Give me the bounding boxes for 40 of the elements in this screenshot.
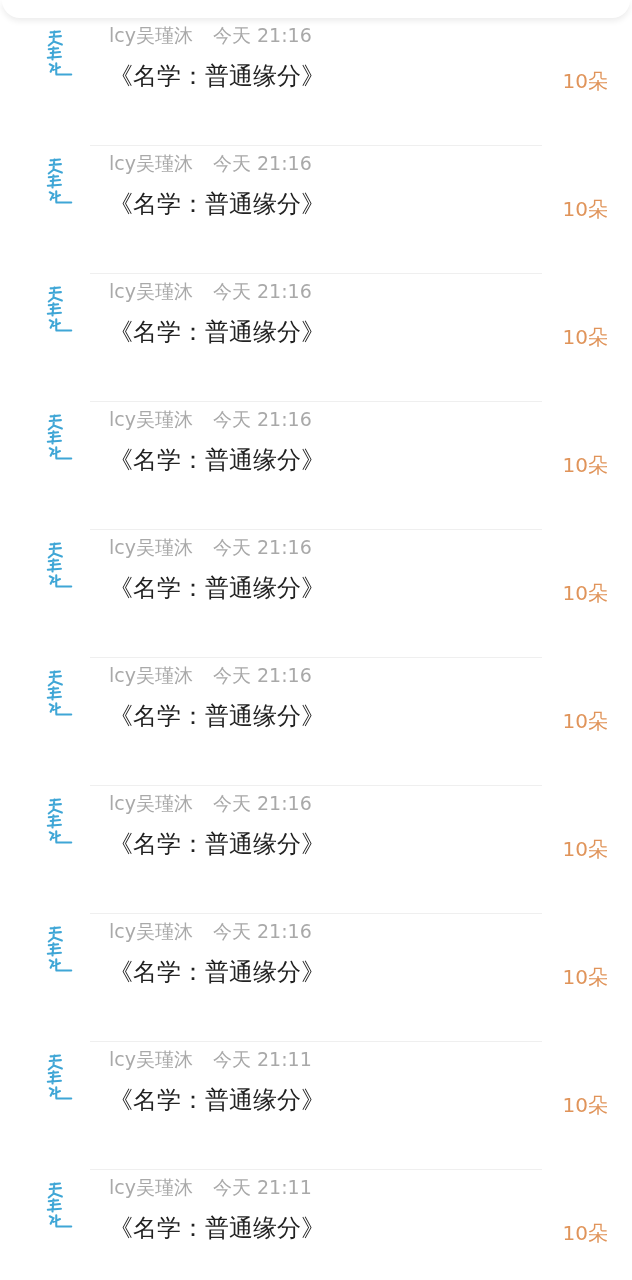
user-name: lcy吴瑾沐 xyxy=(109,919,193,944)
gift-count: 10朵 xyxy=(562,1220,608,1247)
gift-title: 《名学：普通缘分》 xyxy=(109,317,326,348)
gift-count: 10朵 xyxy=(562,708,608,735)
timestamp: 今天 21:16 xyxy=(213,919,312,944)
user-name: lcy吴瑾沐 xyxy=(109,407,193,432)
user-name: lcy吴瑾沐 xyxy=(109,279,193,304)
gift-title: 《名学：普通缘分》 xyxy=(109,1085,326,1116)
gift-title: 《名学：普通缘分》 xyxy=(109,61,326,92)
timestamp: 今天 21:16 xyxy=(213,535,312,560)
gift-count: 10朵 xyxy=(562,452,608,479)
gift-count: 10朵 xyxy=(562,1092,608,1119)
timestamp: 今天 21:11 xyxy=(213,1047,312,1072)
gift-title: 《名学：普通缘分》 xyxy=(109,445,326,476)
gift-title: 《名学：普通缘分》 xyxy=(109,829,326,860)
timestamp: 今天 21:16 xyxy=(213,407,312,432)
timestamp: 今天 21:16 xyxy=(213,23,312,48)
timestamp: 今天 21:16 xyxy=(213,663,312,688)
gift-title: 《名学：普通缘分》 xyxy=(109,1213,326,1244)
user-name: lcy吴瑾沐 xyxy=(109,663,193,688)
user-name: lcy吴瑾沐 xyxy=(109,791,193,816)
gift-count: 10朵 xyxy=(562,836,608,863)
gift-title: 《名学：普通缘分》 xyxy=(109,573,326,604)
user-name: lcy吴瑾沐 xyxy=(109,1175,193,1200)
user-name: lcy吴瑾沐 xyxy=(109,23,193,48)
gift-title: 《名学：普通缘分》 xyxy=(109,189,326,220)
user-name: lcy吴瑾沐 xyxy=(109,535,193,560)
user-name: lcy吴瑾沐 xyxy=(109,151,193,176)
gift-count: 10朵 xyxy=(562,324,608,351)
timestamp: 今天 21:11 xyxy=(213,1175,312,1200)
timestamp: 今天 21:16 xyxy=(213,279,312,304)
gift-title: 《名学：普通缘分》 xyxy=(109,957,326,988)
gift-title: 《名学：普通缘分》 xyxy=(109,701,326,732)
gift-count: 10朵 xyxy=(562,580,608,607)
gift-count: 10朵 xyxy=(562,68,608,95)
timestamp: 今天 21:16 xyxy=(213,791,312,816)
gift-count: 10朵 xyxy=(562,196,608,223)
user-name: lcy吴瑾沐 xyxy=(109,1047,193,1072)
gift-count: 10朵 xyxy=(562,964,608,991)
timestamp: 今天 21:16 xyxy=(213,151,312,176)
